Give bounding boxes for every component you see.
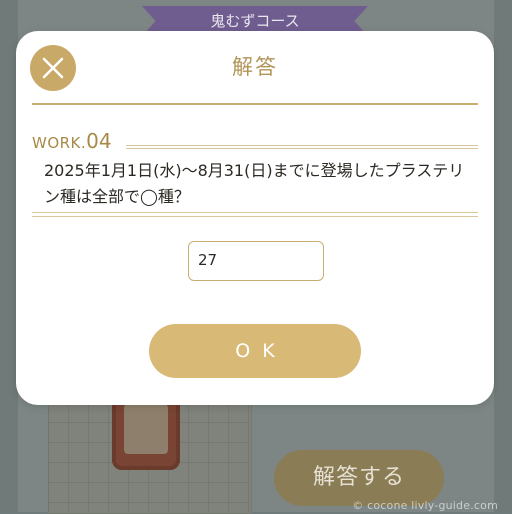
bottle-label — [124, 404, 168, 454]
answer-dialog: 解答 WORK.04 2025年1月1日(水)〜8月31(日)までに登場したプラ… — [16, 31, 494, 405]
question-divider-top — [32, 212, 478, 213]
question-text: 2025年1月1日(水)〜8月31(日)までに登場したプラステリン種は全部で◯種… — [44, 161, 465, 206]
work-label: WORK.04 — [32, 129, 112, 153]
work-number: 04 — [86, 129, 112, 153]
watermark: © cocone livly-guide.com — [352, 499, 498, 512]
work-prefix: WORK. — [32, 134, 87, 152]
header-divider — [32, 103, 478, 105]
answer-button: 解答する — [274, 450, 444, 506]
work-divider-bottom — [126, 148, 478, 149]
dialog-title: 解答 — [232, 55, 278, 79]
question-divider-bottom — [32, 216, 478, 217]
ok-button[interactable]: OK — [149, 324, 361, 378]
work-divider-top — [126, 145, 478, 146]
answer-input[interactable]: 27 — [188, 241, 324, 281]
